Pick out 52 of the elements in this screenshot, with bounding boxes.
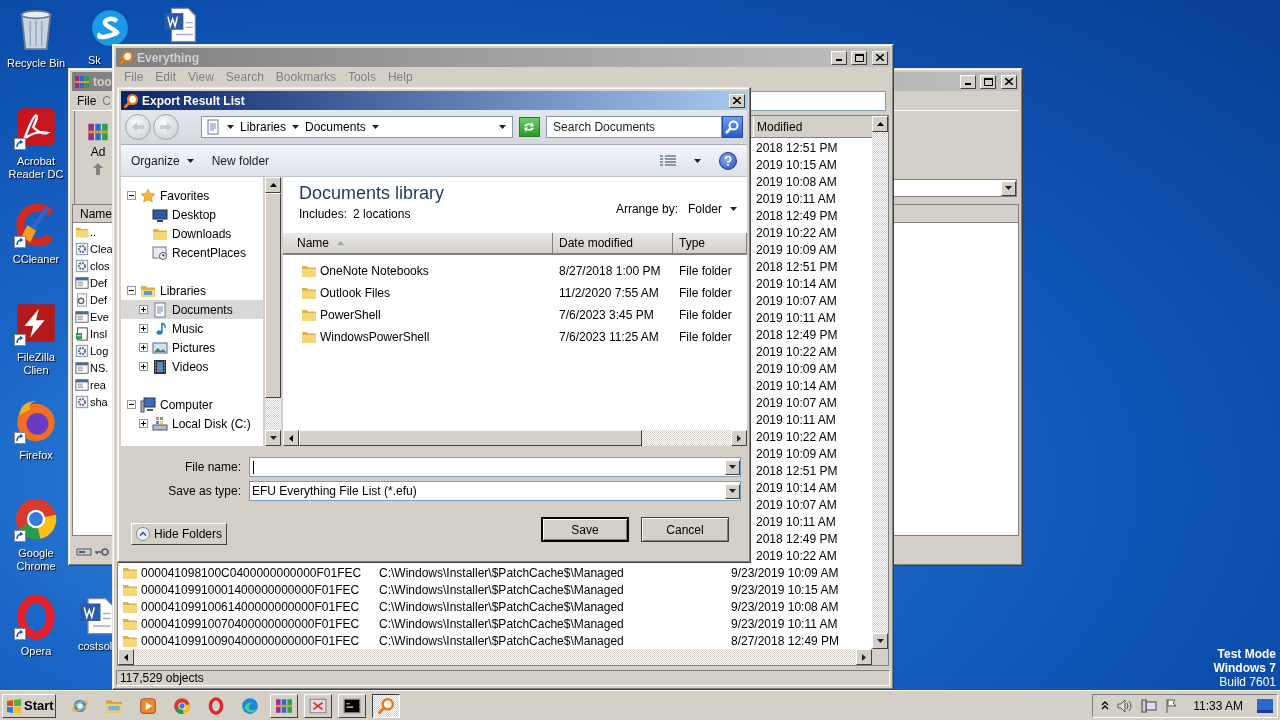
modified-cell: 2018 12:49 PM: [756, 531, 838, 546]
modified-cell: 2018 12:51 PM: [756, 140, 838, 155]
object-count: 117,529 objects: [120, 671, 204, 685]
modified-cell: 2018 12:51 PM: [756, 259, 838, 274]
modified-cell: 2018 12:51 PM: [756, 463, 838, 478]
modified-cell: 2019 10:09 AM: [756, 446, 837, 461]
modified-cell: 9/23/2019 10:08 AM: [731, 599, 839, 614]
modified-cell: 2019 10:11 AM: [756, 412, 836, 427]
field-label: File name:: [183, 460, 241, 474]
name-cell: 00004109910001400000000000F01FEC: [118, 581, 379, 598]
modified-cell: 2018 12:49 PM: [756, 208, 838, 223]
modified-cell: 8/27/2018 12:49 PM: [731, 633, 840, 648]
modified-cell: 2019 10:09 AM: [756, 242, 837, 257]
modified-cell: 2019 10:07 AM: [756, 497, 837, 512]
modified-cell: 2019 10:11 AM: [756, 310, 836, 325]
modified-cell: 2019 10:08 AM: [756, 174, 837, 189]
name-cell: 00004109910070400000000000F01FEC: [118, 615, 379, 632]
modified-cell: 9/23/2019 10:15 AM: [731, 582, 839, 597]
window-title: Everything: [137, 50, 199, 65]
modified-cell: 9/23/2019 10:09 AM: [731, 565, 839, 580]
includes-label: Includes:: [299, 207, 348, 221]
window-title: too: [93, 74, 112, 89]
path-cell: C:\Windows\Installer\$PatchCache$\Managed: [379, 633, 624, 648]
modified-cell: 2019 10:14 AM: [756, 276, 837, 291]
modified-cell: 2019 10:22 AM: [756, 344, 837, 359]
path-cell: C:\Windows\Installer\$PatchCache$\Managed: [379, 565, 624, 580]
modified-cell: 2019 10:22 AM: [756, 548, 837, 563]
modified-cell: 2019 10:11 AM: [756, 191, 836, 206]
name-cell: 000041098100C0400000000000F01FEC: [118, 564, 379, 581]
system-notice: Windows 7: [1213, 661, 1276, 675]
modified-cell: 2018 12:49 PM: [756, 327, 838, 342]
arrange-label: Arrange by:: [615, 202, 678, 216]
modified-cell: 2019 10:07 AM: [756, 293, 837, 308]
modified-cell: 2019 10:22 AM: [756, 429, 837, 444]
system-notice: Build 7601: [1219, 675, 1276, 689]
modified-cell: 9/23/2019 10:11 AM: [731, 616, 838, 631]
name-cell: 00004109910090400000000000F01FEC: [118, 632, 379, 649]
field-label: Save as type:: [167, 484, 241, 498]
system-notice: Test Mode: [1217, 647, 1276, 661]
modified-cell: 2019 10:11 AM: [756, 514, 836, 529]
modified-cell: 2019 10:14 AM: [756, 378, 837, 393]
modified-cell: 2019 10:09 AM: [756, 361, 837, 376]
library-title: Documents library: [299, 183, 445, 204]
path-cell: C:\Windows\Installer\$PatchCache$\Managed: [379, 616, 624, 631]
modified-cell: 2019 10:07 AM: [756, 395, 837, 410]
modified-cell: 2019 10:22 AM: [756, 225, 837, 240]
path-cell: C:\Windows\Installer\$PatchCache$\Managed: [379, 599, 624, 614]
modified-cell: 2019 10:14 AM: [756, 480, 837, 495]
dialog-title: Export Result List: [142, 93, 245, 108]
name-cell: 00004109910061400000000000F01FEC: [118, 598, 379, 615]
path-cell: C:\Windows\Installer\$PatchCache$\Managed: [379, 582, 624, 597]
modified-cell: 2019 10:15 AM: [756, 157, 837, 172]
